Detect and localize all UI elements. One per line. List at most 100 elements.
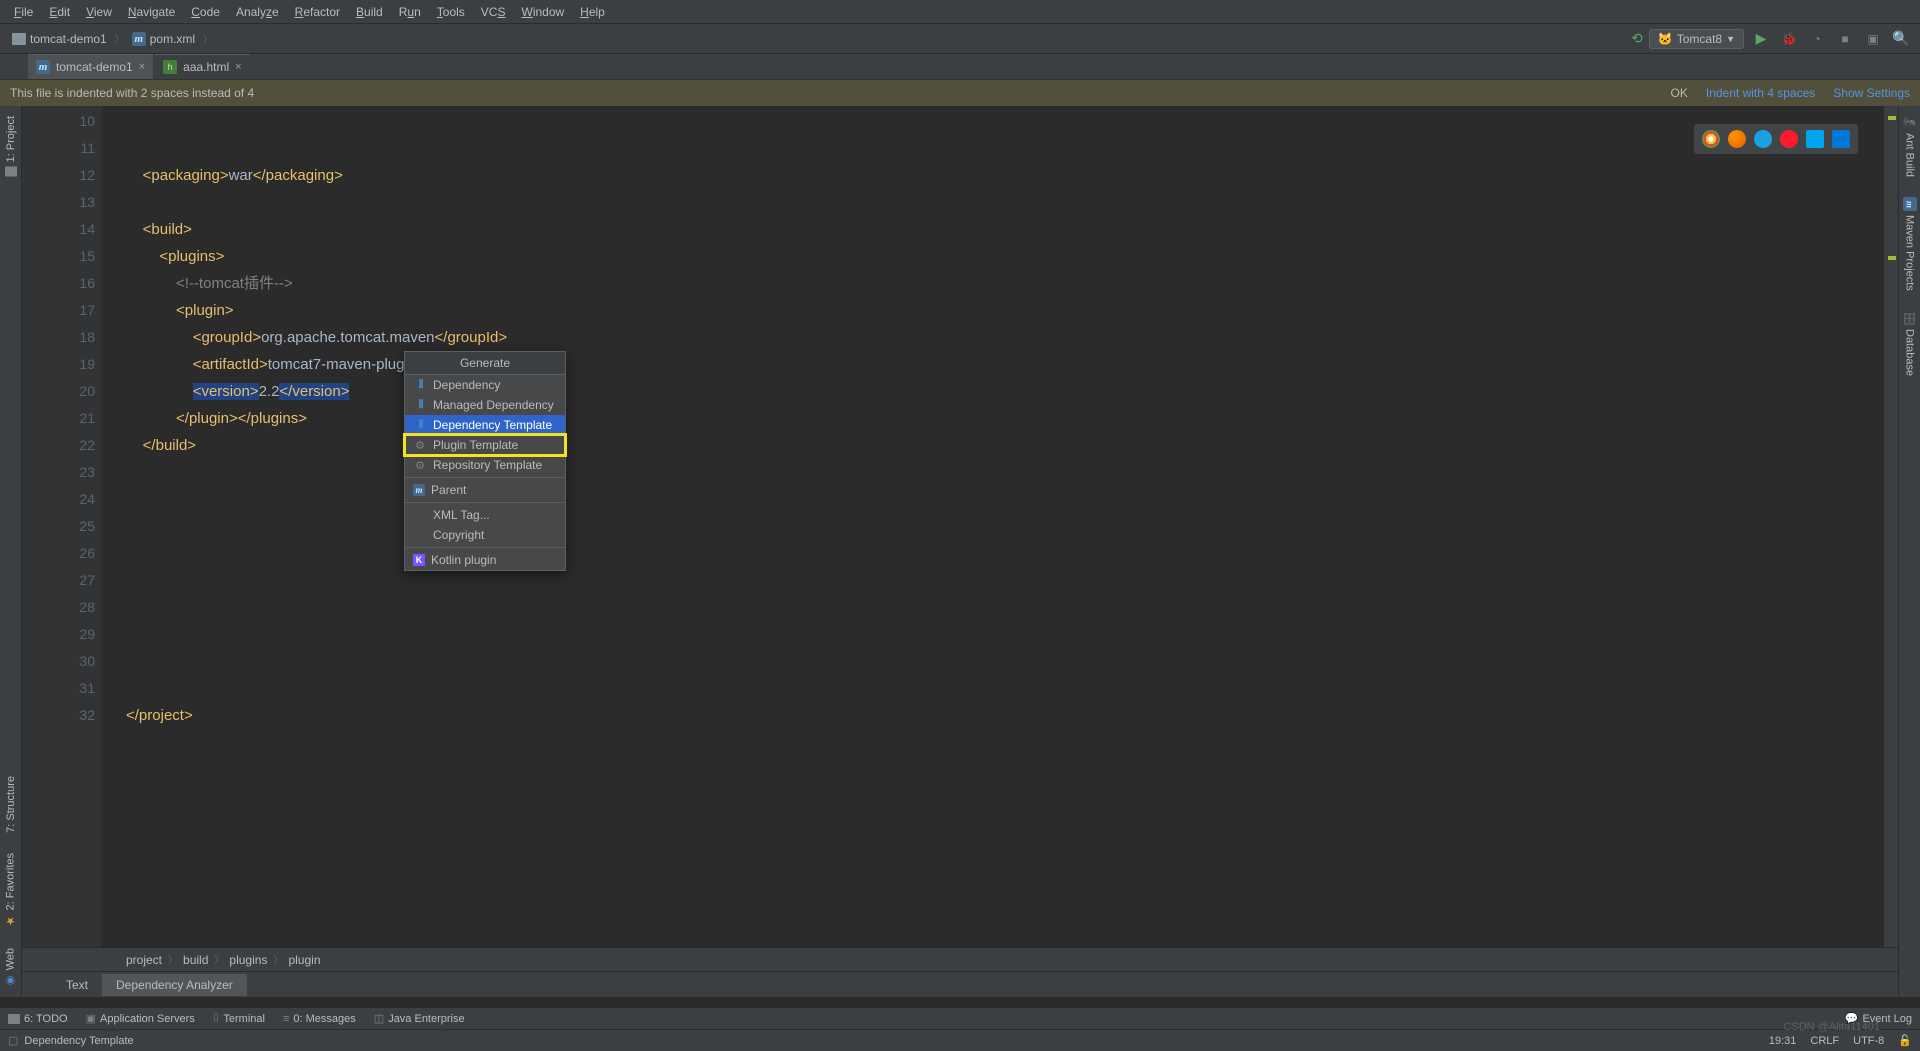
tool-favorites[interactable]: ★2: Favorites <box>4 843 17 937</box>
run-controls: ⟲ 🐱 Tomcat8 ▼ ▶ 🐞 ◔ ■ ▣ 🔍 <box>1631 28 1912 50</box>
tab-label: aaa.html <box>183 60 229 74</box>
menu-help[interactable]: Help <box>572 5 613 19</box>
error-stripe[interactable] <box>1884 106 1898 947</box>
menu-bar: File Edit View Navigate Code Analyze Ref… <box>0 0 1920 24</box>
cursor-position[interactable]: 19:31 <box>1769 1035 1797 1047</box>
layout-button[interactable]: ▣ <box>1862 28 1884 50</box>
crumb-item[interactable]: build <box>183 953 208 967</box>
sync-icon[interactable]: ⟲ <box>1631 30 1643 47</box>
tool-database[interactable]: 🗄Database <box>1903 301 1916 386</box>
tool-java-ee[interactable]: ◫Java Enterprise <box>374 1012 465 1025</box>
maven-icon: m <box>413 484 425 496</box>
breadcrumbs: tomcat-demo1 〉 m pom.xml 〉 <box>8 30 212 48</box>
tool-ant[interactable]: 🐜Ant Build <box>1903 106 1916 187</box>
line-separator[interactable]: CRLF <box>1810 1035 1839 1047</box>
status-bar: ▢ Dependency Template 19:31 CRLF UTF-8 🔓 <box>0 1029 1920 1051</box>
menu-analyze[interactable]: Analyze <box>228 5 287 19</box>
menu-code[interactable]: Code <box>183 5 228 19</box>
project-icon <box>5 166 17 176</box>
run-config-label: Tomcat8 <box>1677 32 1722 46</box>
lock-icon[interactable]: 🔓 <box>1898 1034 1912 1047</box>
main-area: 1: Project 7: Structure ★2: Favorites ◉W… <box>0 106 1920 997</box>
ie-icon[interactable] <box>1806 130 1824 148</box>
file-encoding[interactable]: UTF-8 <box>1853 1035 1884 1047</box>
status-icon[interactable]: ▢ <box>8 1034 18 1047</box>
code-editor[interactable]: 1011121314151617181920212223242526272829… <box>22 106 1898 947</box>
tab-tomcat-demo1[interactable]: m tomcat-demo1 × <box>28 54 153 79</box>
close-icon[interactable]: × <box>139 61 145 73</box>
editor-breadcrumb: project〉 build〉 plugins〉 plugin <box>22 947 1898 971</box>
maven-file-icon: m <box>36 60 50 74</box>
notification-actions: OK Indent with 4 spaces Show Settings <box>1671 86 1910 100</box>
left-tool-strip: 1: Project 7: Structure ★2: Favorites ◉W… <box>0 106 22 997</box>
menu-navigate[interactable]: Navigate <box>120 5 183 19</box>
kotlin-icon: K <box>413 554 425 566</box>
tool-terminal[interactable]: ⌷Terminal <box>213 1012 265 1025</box>
code-content[interactable]: <packaging>war</packaging> <build> <plug… <box>102 106 1898 947</box>
search-button[interactable]: 🔍 <box>1890 28 1912 50</box>
popup-item[interactable]: ⦀Dependency Template <box>405 415 565 435</box>
popup-item[interactable]: ⦀Managed Dependency <box>405 395 565 415</box>
tab-aaa-html[interactable]: h aaa.html × <box>155 54 249 79</box>
panel-tab-text[interactable]: Text <box>52 974 102 996</box>
menu-build[interactable]: Build <box>348 5 391 19</box>
firefox-icon[interactable] <box>1728 130 1746 148</box>
popup-item[interactable]: XML Tag... <box>405 505 565 525</box>
right-tool-strip: 🐜Ant Build mMaven Projects 🗄Database <box>1898 106 1920 997</box>
menu-refactor[interactable]: Refactor <box>287 5 348 19</box>
popup-item[interactable]: ⦀Dependency <box>405 375 565 395</box>
bottom-tool-strip: 6: TODO ▣Application Servers ⌷Terminal ≡… <box>0 1007 1920 1029</box>
breadcrumb-file[interactable]: m pom.xml <box>128 30 199 48</box>
tool-messages[interactable]: ≡0: Messages <box>283 1013 356 1025</box>
menu-view[interactable]: View <box>78 5 120 19</box>
run-button[interactable]: ▶ <box>1750 28 1772 50</box>
popup-item[interactable]: ⚙Plugin Template <box>405 435 565 455</box>
gutter: 1011121314151617181920212223242526272829… <box>22 106 102 947</box>
popup-item-label: Copyright <box>433 528 484 542</box>
run-config-dropdown[interactable]: 🐱 Tomcat8 ▼ <box>1649 29 1744 49</box>
notification-settings[interactable]: Show Settings <box>1833 86 1910 100</box>
safari-icon[interactable] <box>1754 130 1772 148</box>
debug-button[interactable]: 🐞 <box>1778 28 1800 50</box>
breadcrumb-project[interactable]: tomcat-demo1 <box>8 30 111 48</box>
menu-file[interactable]: File <box>6 5 41 19</box>
notification-indent[interactable]: Indent with 4 spaces <box>1706 86 1815 100</box>
tool-web[interactable]: ◉Web <box>4 938 17 997</box>
tool-structure[interactable]: 7: Structure <box>5 766 17 843</box>
html-file-icon: h <box>163 60 177 74</box>
menu-vcs[interactable]: VCS <box>473 5 514 19</box>
menu-run[interactable]: Run <box>391 5 429 19</box>
status-message: Dependency Template <box>24 1035 133 1047</box>
menu-tools[interactable]: Tools <box>429 5 473 19</box>
dependency-icon: ⦀ <box>413 398 427 412</box>
chevron-icon: 〉 <box>203 32 212 45</box>
menu-window[interactable]: Window <box>513 5 572 19</box>
popup-item-label: Kotlin plugin <box>431 553 496 567</box>
notification-bar: This file is indented with 2 spaces inst… <box>0 80 1920 106</box>
opera-icon[interactable] <box>1780 130 1798 148</box>
tool-project[interactable]: 1: Project <box>5 106 17 186</box>
popup-item[interactable]: mParent <box>405 480 565 500</box>
crumb-item[interactable]: plugins <box>229 953 267 967</box>
tool-todo[interactable]: 6: TODO <box>8 1013 68 1025</box>
template-icon: ⚙ <box>413 458 427 472</box>
tomcat-icon: 🐱 <box>1658 32 1673 46</box>
popup-item[interactable]: ⚙Repository Template <box>405 455 565 475</box>
popup-item[interactable]: K Kotlin plugin <box>405 550 565 570</box>
menu-edit[interactable]: Edit <box>41 5 78 19</box>
tool-app-servers[interactable]: ▣Application Servers <box>86 1012 195 1025</box>
tool-maven[interactable]: mMaven Projects <box>1903 187 1917 301</box>
notification-ok[interactable]: OK <box>1671 86 1688 100</box>
popup-item[interactable]: Copyright <box>405 525 565 545</box>
crumb-item[interactable]: plugin <box>288 953 320 967</box>
coverage-button[interactable]: ◔ <box>1806 28 1828 50</box>
stop-button[interactable]: ■ <box>1834 28 1856 50</box>
crumb-item[interactable]: project <box>126 953 162 967</box>
edge-icon[interactable] <box>1832 130 1850 148</box>
dropdown-icon: ▼ <box>1726 34 1735 44</box>
panel-tab-dependency-analyzer[interactable]: Dependency Analyzer <box>102 974 247 996</box>
chrome-icon[interactable] <box>1702 130 1720 148</box>
popup-title: Generate <box>405 352 565 375</box>
dependency-icon: ⦀ <box>413 378 427 392</box>
close-icon[interactable]: × <box>235 61 241 73</box>
